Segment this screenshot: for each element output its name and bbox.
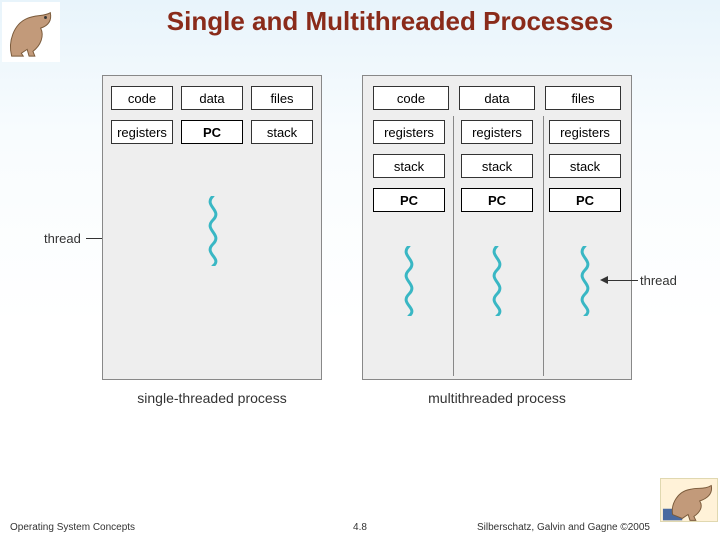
- thread-squiggle: [487, 246, 507, 316]
- footer-left: Operating System Concepts: [10, 522, 135, 533]
- cell-pc: PC: [549, 188, 621, 212]
- footer: Operating System Concepts 4.8 Silberscha…: [10, 522, 710, 536]
- cell-data: data: [459, 86, 535, 110]
- arrow-head-icon: [600, 276, 608, 284]
- cell-registers: registers: [111, 120, 173, 144]
- single-caption: single-threaded process: [102, 390, 322, 406]
- single-threaded-box: code data files registers PC stack: [102, 75, 322, 380]
- slide-title: Single and Multithreaded Processes: [80, 6, 700, 37]
- cell-files: files: [545, 86, 621, 110]
- column-divider: [543, 116, 544, 376]
- diagram: thread code data files registers PC stac…: [62, 75, 652, 440]
- thread-squiggle: [399, 246, 419, 316]
- cell-registers: registers: [549, 120, 621, 144]
- cell-registers: registers: [461, 120, 533, 144]
- cell-data: data: [181, 86, 243, 110]
- arrow-line: [608, 280, 638, 281]
- cell-stack: stack: [549, 154, 621, 178]
- cell-pc: PC: [373, 188, 445, 212]
- cell-registers: registers: [373, 120, 445, 144]
- cell-pc: PC: [181, 120, 243, 144]
- thread-squiggle: [575, 246, 595, 316]
- dinosaur-icon: [2, 2, 60, 62]
- thread-label-left: thread: [44, 231, 81, 246]
- cell-files: files: [251, 86, 313, 110]
- footer-right: Silberschatz, Galvin and Gagne ©2005: [477, 522, 650, 533]
- thread-label-right: thread: [640, 273, 677, 288]
- footer-page: 4.8: [353, 522, 367, 533]
- multithreaded-box: code data files registers stack PC regis…: [362, 75, 632, 380]
- cell-pc: PC: [461, 188, 533, 212]
- logo-bottom-right: [660, 478, 718, 522]
- multi-caption: multithreaded process: [362, 390, 632, 406]
- cell-stack: stack: [251, 120, 313, 144]
- thread-squiggle: [203, 196, 223, 266]
- column-divider: [453, 116, 454, 376]
- logo-top-left: [2, 2, 60, 62]
- dinosaur-icon: [661, 479, 719, 523]
- cell-code: code: [373, 86, 449, 110]
- cell-code: code: [111, 86, 173, 110]
- cell-stack: stack: [373, 154, 445, 178]
- cell-stack: stack: [461, 154, 533, 178]
